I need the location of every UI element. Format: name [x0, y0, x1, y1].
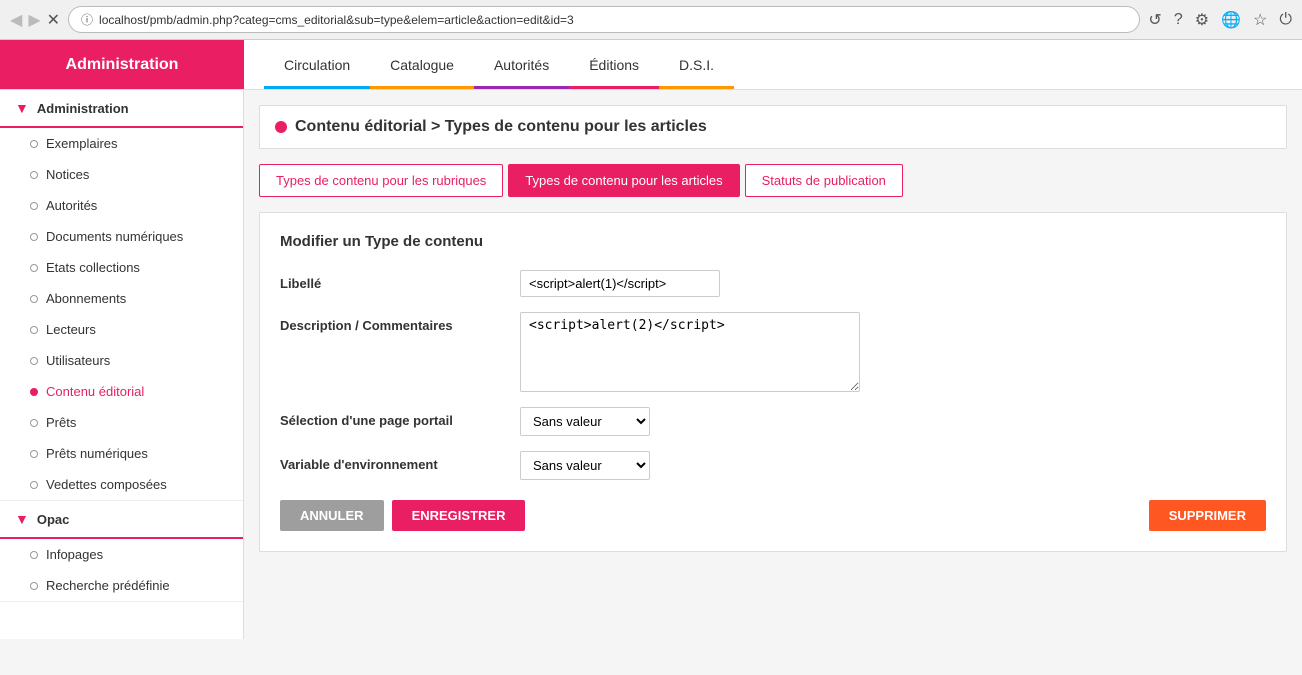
arrow-icon: ▼ [15, 511, 29, 527]
forward-button[interactable]: ▶ [28, 10, 40, 30]
breadcrumb-dot [275, 121, 287, 133]
breadcrumb: Contenu éditorial > Types de contenu pou… [259, 105, 1287, 149]
dot-icon [30, 264, 38, 272]
sidebar-item-documents-numeriques[interactable]: Documents numériques [0, 221, 243, 252]
form-label-description: Description / Commentaires [280, 312, 500, 333]
form-row-description: Description / Commentaires <script>alert… [280, 312, 1266, 392]
dot-icon [30, 171, 38, 179]
app-container: Administration Circulation Catalogue Aut… [0, 40, 1302, 639]
top-nav: Administration Circulation Catalogue Aut… [0, 40, 1302, 90]
browser-toolbar-right: ↺ ? ⚙ 🌐 ☆ ⏻ [1148, 10, 1292, 30]
sidebar-item-prets-numeriques[interactable]: Prêts numériques [0, 438, 243, 469]
action-left: ANNULER ENREGISTRER [280, 500, 525, 531]
sidebar-item-utilisateurs[interactable]: Utilisateurs [0, 345, 243, 376]
tab-dsi[interactable]: D.S.I. [659, 40, 734, 89]
nav-tabs: Circulation Catalogue Autorités Éditions… [244, 40, 734, 89]
sidebar: ▼ Administration Exemplaires Notices Aut… [0, 90, 244, 639]
lock-icon: ⓘ [81, 11, 93, 28]
tab-btn-articles[interactable]: Types de contenu pour les articles [508, 164, 739, 197]
dot-icon [30, 202, 38, 210]
sidebar-section-opac: ▼ Opac Infopages Recherche prédéfinie [0, 501, 243, 602]
sidebar-section-label: Opac [37, 512, 70, 527]
bookmark-icon[interactable]: ☆ [1253, 10, 1267, 30]
sidebar-section-administration: ▼ Administration Exemplaires Notices Aut… [0, 90, 243, 501]
sidebar-item-notices[interactable]: Notices [0, 159, 243, 190]
form-label-variable-env: Variable d'environnement [280, 451, 500, 472]
sidebar-item-infopages[interactable]: Infopages [0, 539, 243, 570]
form-title: Modifier un Type de contenu [280, 233, 1266, 250]
sidebar-item-abonnements[interactable]: Abonnements [0, 283, 243, 314]
back-button[interactable]: ◀ [10, 10, 22, 30]
form-container: Modifier un Type de contenu Libellé Desc… [259, 212, 1287, 552]
form-label-libelle: Libellé [280, 270, 500, 291]
url-text: localhost/pmb/admin.php?categ=cms_editor… [99, 13, 574, 27]
enregistrer-button[interactable]: ENREGISTRER [392, 500, 526, 531]
tab-editions[interactable]: Éditions [569, 40, 659, 89]
settings-icon[interactable]: ⚙ [1195, 10, 1209, 30]
tab-circulation[interactable]: Circulation [264, 40, 370, 89]
sidebar-item-exemplaires[interactable]: Exemplaires [0, 128, 243, 159]
action-buttons: ANNULER ENREGISTRER SUPPRIMER [280, 500, 1266, 531]
description-textarea[interactable]: <script>alert(2)</script> [520, 312, 860, 392]
annuler-button[interactable]: ANNULER [280, 500, 384, 531]
address-bar[interactable]: ⓘ localhost/pmb/admin.php?categ=cms_edit… [68, 6, 1140, 33]
libelle-input[interactable] [520, 270, 720, 297]
sidebar-section-label: Administration [37, 101, 129, 116]
dot-icon [30, 326, 38, 334]
tab-catalogue[interactable]: Catalogue [370, 40, 474, 89]
form-row-variable-env: Variable d'environnement Sans valeur [280, 451, 1266, 480]
dot-icon [30, 388, 38, 396]
tab-btn-rubriques[interactable]: Types de contenu pour les rubriques [259, 164, 503, 197]
breadcrumb-text: Contenu éditorial > Types de contenu pou… [295, 118, 707, 136]
dot-icon [30, 551, 38, 559]
dot-icon [30, 419, 38, 427]
power-icon[interactable]: ⏻ [1279, 11, 1292, 29]
help-icon[interactable]: ? [1174, 11, 1183, 29]
content-area: Contenu éditorial > Types de contenu pou… [244, 90, 1302, 639]
sidebar-item-contenu-editorial[interactable]: Contenu éditorial [0, 376, 243, 407]
browser-bar: ◀ ▶ ✕ ⓘ localhost/pmb/admin.php?categ=cm… [0, 0, 1302, 40]
dot-icon [30, 450, 38, 458]
form-row-page-portail: Sélection d'une page portail Sans valeur [280, 407, 1266, 436]
sidebar-section-header-opac[interactable]: ▼ Opac [0, 501, 243, 539]
main-layout: ▼ Administration Exemplaires Notices Aut… [0, 90, 1302, 639]
dot-icon [30, 233, 38, 241]
form-label-page-portail: Sélection d'une page portail [280, 407, 500, 428]
dot-icon [30, 481, 38, 489]
sidebar-item-lecteurs[interactable]: Lecteurs [0, 314, 243, 345]
dot-icon [30, 357, 38, 365]
tab-buttons: Types de contenu pour les rubriques Type… [259, 164, 1287, 197]
app-title: Administration [0, 40, 244, 89]
dot-icon [30, 582, 38, 590]
sidebar-item-vedettes-composees[interactable]: Vedettes composées [0, 469, 243, 500]
arrow-icon: ▼ [15, 100, 29, 116]
globe-icon[interactable]: 🌐 [1221, 10, 1241, 30]
dot-icon [30, 295, 38, 303]
variable-env-select[interactable]: Sans valeur [520, 451, 650, 480]
sidebar-section-header-administration[interactable]: ▼ Administration [0, 90, 243, 128]
dot-icon [30, 140, 38, 148]
sidebar-item-autorites[interactable]: Autorités [0, 190, 243, 221]
sidebar-item-etats-collections[interactable]: Etats collections [0, 252, 243, 283]
sidebar-item-recherche-predifinie[interactable]: Recherche prédéfinie [0, 570, 243, 601]
form-row-libelle: Libellé [280, 270, 1266, 297]
tab-autorites[interactable]: Autorités [474, 40, 569, 89]
supprimer-button[interactable]: SUPPRIMER [1149, 500, 1266, 531]
history-icon[interactable]: ↺ [1148, 10, 1161, 30]
close-button[interactable]: ✕ [47, 10, 60, 30]
nav-icons: ◀ ▶ ✕ [10, 10, 60, 30]
page-portail-select[interactable]: Sans valeur [520, 407, 650, 436]
sidebar-item-prets[interactable]: Prêts [0, 407, 243, 438]
tab-btn-statuts[interactable]: Statuts de publication [745, 164, 903, 197]
